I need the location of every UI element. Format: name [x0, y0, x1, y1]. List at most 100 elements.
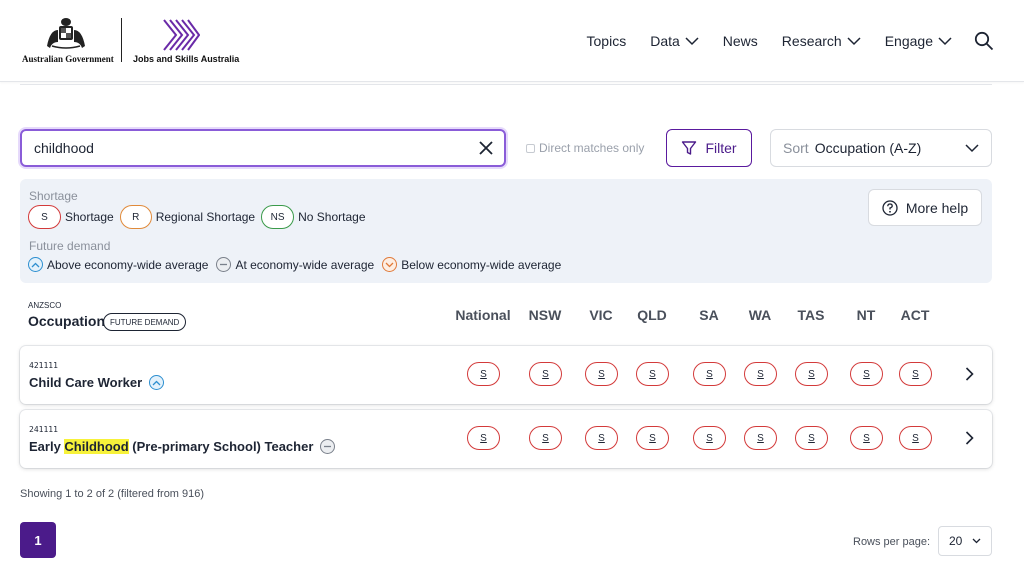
shortage-rating-act[interactable]: S — [899, 362, 932, 386]
sort-select[interactable]: Sort Occupation (A-Z) — [770, 129, 992, 167]
occupation-title-text: Child Care Worker — [29, 375, 143, 390]
search-field[interactable] — [20, 129, 506, 167]
nav-label: Engage — [884, 33, 933, 49]
legend-panel: Shortage S Shortage R Regional Shortage … — [20, 179, 992, 283]
page-button-current[interactable]: 1 — [20, 522, 56, 558]
shortage-rating-sa[interactable]: S — [693, 362, 726, 386]
shortage-rating-nsw[interactable]: S — [529, 426, 562, 450]
table-row[interactable]: 241111 Early Childhood (Pre-primary Scho… — [20, 410, 992, 468]
rows-per-page-value: 20 — [949, 534, 963, 548]
close-icon[interactable] — [478, 140, 494, 156]
help-icon — [882, 199, 898, 216]
occupation-title-text: (Pre-primary School) Teacher — [128, 439, 314, 454]
australian-government-logo[interactable]: Australian Government — [22, 16, 114, 66]
more-help-label: More help — [905, 199, 969, 216]
shortage-rating-nt[interactable]: S — [850, 426, 883, 450]
nav-label: Research — [781, 33, 842, 49]
nav-label: Data — [650, 33, 680, 49]
results-summary: Showing 1 to 2 of 2 (filtered from 916) — [20, 488, 205, 500]
rows-per-page-select[interactable]: 20 — [938, 526, 992, 556]
nav-topics[interactable]: Topics — [587, 33, 627, 49]
shortage-rating-tas[interactable]: S — [795, 362, 828, 386]
demand-legend-title: Future demand — [29, 239, 111, 253]
shortage-rating-act[interactable]: S — [899, 426, 932, 450]
minus-icon — [216, 257, 232, 272]
shortage-rating-sa[interactable]: S — [693, 426, 726, 450]
logo-divider — [121, 18, 122, 62]
future-demand-tag: FUTURE DEMAND — [103, 313, 187, 331]
shortage-rating-vic[interactable]: S — [585, 362, 618, 386]
search-input[interactable] — [34, 140, 454, 156]
column-header-tas: TAS — [797, 307, 825, 323]
shortage-legend: S Shortage R Regional Shortage NS No Sho… — [28, 205, 372, 229]
occupation-header[interactable]: Occupation — [28, 313, 105, 329]
shortage-rating-wa[interactable]: S — [744, 362, 777, 386]
direct-match-label: Direct matches only — [539, 141, 645, 155]
chevron-down-icon — [965, 144, 979, 153]
sort-value: Occupation (A-Z) — [814, 140, 922, 156]
search-icon[interactable] — [974, 31, 994, 51]
nav-label: Topics — [586, 33, 627, 49]
at-average-label: At economy-wide average — [235, 257, 375, 272]
anzsco-code: 421111 — [29, 361, 58, 370]
nav-news[interactable]: News — [723, 33, 758, 49]
no-shortage-label: No Shortage — [298, 210, 366, 224]
shortage-label: Shortage — [65, 210, 114, 224]
chevron-down-icon — [972, 538, 981, 544]
shortage-rating-wa[interactable]: S — [744, 426, 777, 450]
search-highlight: Childhood — [64, 439, 129, 454]
column-header-qld: QLD — [637, 307, 667, 323]
shortage-rating-tas[interactable]: S — [795, 426, 828, 450]
chevron-down-icon — [938, 36, 952, 45]
chevron-up-icon — [149, 375, 165, 390]
jsa-logo-icon[interactable] — [162, 18, 200, 52]
filter-icon — [682, 141, 697, 155]
coat-of-arms-icon — [47, 18, 85, 49]
divider — [20, 84, 992, 85]
direct-match-checkbox[interactable]: Direct matches only — [526, 141, 644, 155]
nav-engage[interactable]: Engage — [885, 33, 952, 49]
sort-label: Sort — [783, 140, 809, 156]
shortage-rating-vic[interactable]: S — [585, 426, 618, 450]
occupation-title-text: Early — [29, 439, 65, 454]
shortage-rating-national[interactable]: S — [467, 362, 500, 386]
nav-label: News — [722, 33, 758, 49]
more-help-button[interactable]: More help — [868, 189, 982, 226]
above-average-label: Above economy-wide average — [47, 257, 209, 272]
shortage-rating-national[interactable]: S — [467, 426, 500, 450]
chevron-down-icon — [685, 36, 699, 45]
occupation-title: Child Care Worker — [29, 375, 165, 390]
regional-shortage-badge: R — [119, 205, 152, 229]
no-shortage-badge: NS — [261, 205, 295, 229]
table-row[interactable]: 421111 Child Care Worker SSSSSSSSS — [20, 346, 992, 404]
government-name: Australian Government — [22, 54, 114, 64]
nav-data[interactable]: Data — [650, 33, 699, 49]
shortage-rating-nsw[interactable]: S — [529, 362, 562, 386]
below-average-label: Below economy-wide average — [401, 257, 562, 272]
anzsco-code: 241111 — [29, 425, 58, 434]
minus-icon — [320, 439, 336, 454]
occupation-title: Early Childhood (Pre-primary School) Tea… — [29, 439, 336, 454]
chevron-up-icon — [28, 257, 43, 272]
chevron-right-icon[interactable] — [965, 431, 974, 445]
anzsco-header: ANZSCO — [28, 301, 62, 310]
chevron-down-icon — [382, 257, 398, 272]
shortage-rating-qld[interactable]: S — [636, 426, 669, 450]
regional-shortage-label: Regional Shortage — [155, 210, 256, 224]
agency-name: Jobs and Skills Australia — [133, 54, 240, 64]
nav-research[interactable]: Research — [782, 33, 861, 49]
column-header-national: National — [455, 307, 511, 323]
demand-legend: Above economy-wide average At economy-wi… — [28, 257, 567, 272]
column-header-act: ACT — [900, 307, 930, 323]
rows-per-page-label: Rows per page: — [853, 536, 931, 548]
chevron-right-icon[interactable] — [965, 367, 974, 381]
shortage-rating-qld[interactable]: S — [636, 362, 669, 386]
column-header-nsw: NSW — [528, 307, 562, 323]
filter-button[interactable]: Filter — [666, 129, 752, 167]
shortage-rating-nt[interactable]: S — [850, 362, 883, 386]
site-header: Australian Government Jobs and Skills Au… — [0, 0, 1024, 82]
chevron-down-icon — [847, 36, 861, 45]
shortage-legend-title: Shortage — [29, 189, 78, 203]
checkbox-box[interactable] — [526, 143, 535, 153]
shortage-badge: S — [28, 205, 61, 229]
